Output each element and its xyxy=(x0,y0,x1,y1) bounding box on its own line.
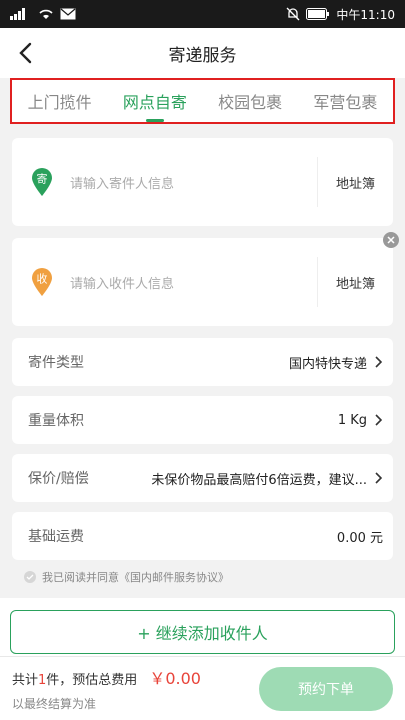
weight-value: 1 Kg xyxy=(337,412,367,428)
chevron-right-icon xyxy=(375,356,383,368)
sender-address-book-button[interactable]: 地址簿 xyxy=(317,157,393,207)
status-bar: 中午11:10 xyxy=(0,0,405,28)
svg-text:收: 收 xyxy=(37,272,48,286)
insurance-row[interactable]: 保价/赔偿 未保价物品最高赔付6倍运费，建议... xyxy=(12,454,393,502)
insurance-value: 未保价物品最高赔付6倍运费，建议... xyxy=(151,472,367,488)
close-icon[interactable] xyxy=(383,232,399,248)
battery-icon xyxy=(306,8,330,20)
tab-military-parcel[interactable]: 军营包裹 xyxy=(313,80,377,122)
footer-bar: 共计1件，预估总费用 ￥0.00 以最终结算为准 预约下单 xyxy=(0,656,405,720)
receiver-address-book-button[interactable]: 地址簿 xyxy=(317,257,393,307)
tab-campus-parcel[interactable]: 校园包裹 xyxy=(218,80,282,122)
mute-bell-icon xyxy=(286,7,300,21)
agreement[interactable]: 我已阅读并同意《国内邮件服务协议》 xyxy=(12,564,393,590)
receiver-card[interactable]: 收 请输入收件人信息 地址簿 xyxy=(12,232,399,326)
sender-card[interactable]: 寄 请输入寄件人信息 地址簿 xyxy=(12,138,393,226)
receiver-pin-icon: 收 xyxy=(22,267,62,297)
agreement-text: 我已阅读并同意 xyxy=(42,571,119,584)
signal-icon xyxy=(10,8,32,20)
mail-icon xyxy=(60,8,76,20)
wifi-icon xyxy=(38,8,54,20)
service-tabs: 上门揽件 网点自寄 校园包裹 军营包裹 xyxy=(10,78,395,124)
settlement-note: 以最终结算为准 xyxy=(12,697,97,711)
insurance-label: 保价/赔偿 xyxy=(28,471,89,487)
mail-type-row[interactable]: 寄件类型 国内特快专递 xyxy=(12,338,393,386)
sender-info-input[interactable]: 请输入寄件人信息 xyxy=(62,173,317,192)
weight-row[interactable]: 重量体积 1 Kg xyxy=(12,396,393,444)
back-button[interactable] xyxy=(10,38,40,68)
sender-pin-icon: 寄 xyxy=(22,167,62,197)
back-arrow-icon xyxy=(19,42,32,64)
agreement-link[interactable]: 《国内邮件服务协议》 xyxy=(119,571,229,584)
weight-label: 重量体积 xyxy=(28,413,84,429)
page-title: 寄递服务 xyxy=(168,45,237,66)
chevron-right-icon xyxy=(375,414,383,426)
fee-summary: 共计1件，预估总费用 ￥0.00 以最终结算为准 xyxy=(12,669,201,711)
receiver-info-input[interactable]: 请输入收件人信息 xyxy=(62,273,317,292)
clock: 中午11:10 xyxy=(336,7,395,22)
place-order-button[interactable]: 预约下单 xyxy=(259,666,393,711)
mail-type-value: 国内特快专递 xyxy=(288,356,367,372)
mail-type-label: 寄件类型 xyxy=(28,355,84,371)
tab-door-pickup[interactable]: 上门揽件 xyxy=(28,80,92,122)
total-amount: ￥0.00 xyxy=(149,669,201,688)
base-fee-value: 0.00 元 xyxy=(336,530,383,546)
checkbox-icon[interactable] xyxy=(24,571,36,583)
base-fee-label: 基础运费 xyxy=(28,529,84,545)
navigation-bar: 寄递服务 xyxy=(0,28,405,78)
tab-outlet-self-send[interactable]: 网点自寄 xyxy=(123,80,187,122)
base-fee-row: 基础运费 0.00 元 xyxy=(12,512,393,560)
chevron-right-icon xyxy=(375,472,383,484)
add-receiver-button[interactable]: + 继续添加收件人 xyxy=(10,610,395,654)
svg-text:寄: 寄 xyxy=(37,172,48,186)
